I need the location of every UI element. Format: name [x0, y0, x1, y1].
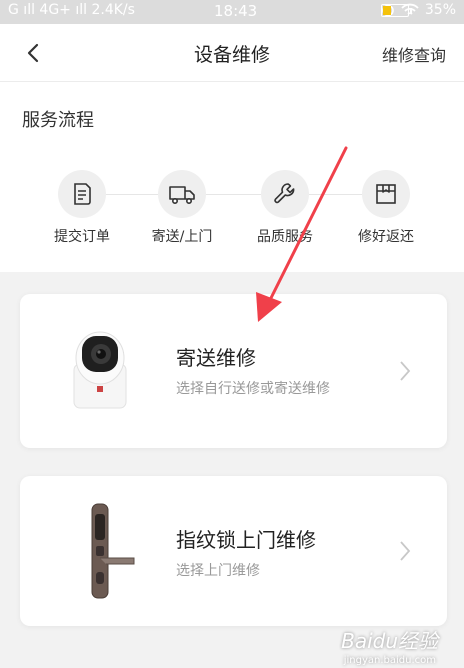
service-flow-section: 服务流程 提交订单 寄送/上门 品质服务 修好返还 [0, 82, 464, 272]
option-title: 指纹锁上门维修 [176, 528, 316, 552]
step-submit-order[interactable]: 提交订单 [27, 170, 137, 246]
chevron-right-icon [400, 361, 411, 381]
wrench-icon [261, 170, 309, 218]
step-quality-service[interactable]: 品质服务 [230, 170, 340, 246]
section-title: 服务流程 [22, 110, 94, 131]
status-bar: G ıll 4G+ ıll 2.4K/s 18:43 35% [0, 0, 464, 24]
step-label: 品质服务 [257, 229, 313, 245]
navigation-bar: 设备维修 维修查询 [0, 24, 464, 82]
truck-icon [158, 170, 206, 218]
step-label: 寄送/上门 [151, 229, 213, 245]
camera-image [73, 331, 127, 409]
door-lock-image [91, 503, 135, 599]
step-repair-return[interactable]: 修好返还 [331, 170, 441, 246]
watermark-url: jingyan.baidu.com [343, 655, 436, 666]
step-label: 修好返还 [358, 229, 414, 245]
battery-fill [382, 6, 391, 15]
repair-query-link[interactable]: 维修查询 [382, 42, 446, 66]
step-label: 提交订单 [54, 229, 110, 245]
status-right: 35% [380, 2, 456, 18]
clock: 18:43 [214, 2, 258, 20]
chevron-right-icon [400, 541, 411, 561]
mail-in-repair-card[interactable]: 寄送维修 选择自行送修或寄送维修 [20, 294, 447, 448]
step-send-or-visit[interactable]: 寄送/上门 [127, 170, 237, 246]
on-site-repair-card[interactable]: 指纹锁上门维修 选择上门维修 [20, 476, 447, 626]
option-subtitle: 选择自行送修或寄送维修 [176, 381, 330, 397]
battery-icon [380, 4, 412, 17]
option-subtitle: 选择上门维修 [176, 563, 260, 579]
battery-percent: 35% [424, 2, 456, 18]
option-title: 寄送维修 [176, 346, 256, 370]
document-icon [58, 170, 106, 218]
network-status: G ıll 4G+ ıll 2.4K/s [8, 2, 135, 18]
service-steps: 提交订单 寄送/上门 品质服务 修好返还 [0, 170, 464, 260]
watermark-logo: Baidu经验 [341, 629, 438, 653]
package-icon [362, 170, 410, 218]
